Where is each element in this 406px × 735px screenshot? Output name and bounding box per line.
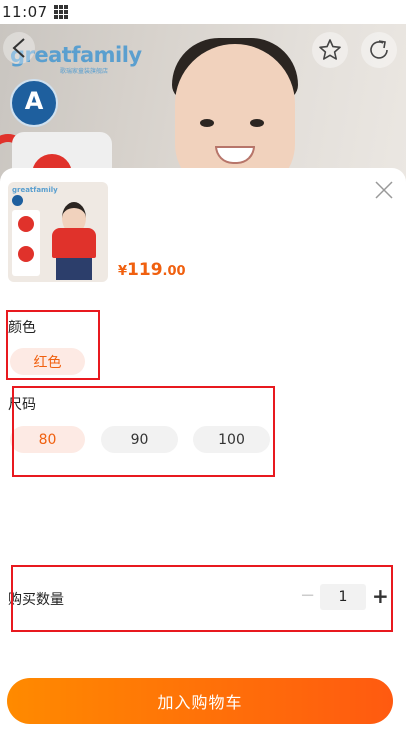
color-section-label: 颜色 xyxy=(8,320,36,336)
product-price: ¥119.00 xyxy=(118,260,186,280)
quantity-label: 购买数量 xyxy=(8,592,64,608)
price-decimal: .00 xyxy=(162,264,186,279)
safety-badge-icon: A xyxy=(10,79,58,127)
status-bar: 11:07 xyxy=(0,0,406,24)
thumbnail-badge-icon xyxy=(12,195,23,206)
quantity-decrease-button[interactable]: − xyxy=(300,587,315,605)
chevron-left-icon xyxy=(12,38,25,58)
size-section-label: 尺码 xyxy=(8,397,36,413)
brand-logo-subtitle: 歌瑞家童装旗舰店 xyxy=(60,68,109,75)
add-to-cart-button[interactable]: 加入购物车 xyxy=(7,678,393,724)
status-time: 11:07 xyxy=(2,3,48,21)
thumbnail-brand: greatfamily xyxy=(12,186,58,194)
price-integer: 119 xyxy=(127,260,163,280)
hero-eye xyxy=(200,119,214,127)
sku-selector-sheet: greatfamily ¥119.00 颜色 红色 尺码 80 90 100 购… xyxy=(0,168,406,735)
size-option-100[interactable]: 100 xyxy=(193,426,270,453)
share-icon xyxy=(370,40,388,59)
product-thumbnail: greatfamily xyxy=(8,182,108,282)
close-button[interactable] xyxy=(374,180,394,200)
price-currency: ¥ xyxy=(118,264,128,279)
quantity-increase-button[interactable]: + xyxy=(372,586,389,606)
product-hero-image: greatfamily 歌瑞家童装旗舰店 A xyxy=(0,24,406,184)
favorite-button[interactable] xyxy=(312,32,348,68)
size-option-90[interactable]: 90 xyxy=(101,426,178,453)
quantity-input[interactable]: 1 xyxy=(320,584,366,610)
star-icon xyxy=(319,39,341,60)
back-button[interactable] xyxy=(3,32,35,64)
size-option-80[interactable]: 80 xyxy=(10,426,85,453)
app-grid-icon xyxy=(53,5,68,19)
hero-eye xyxy=(250,119,264,127)
close-icon xyxy=(375,181,393,199)
color-option-red[interactable]: 红色 xyxy=(10,348,85,375)
share-button[interactable] xyxy=(361,32,397,68)
